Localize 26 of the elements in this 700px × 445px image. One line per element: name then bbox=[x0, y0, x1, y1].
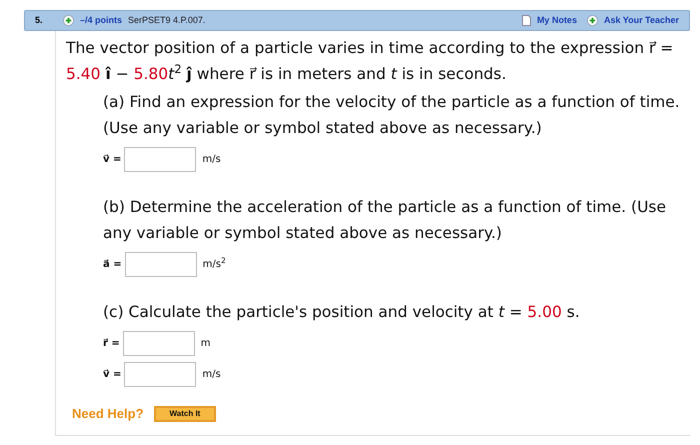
note-icon[interactable] bbox=[522, 15, 531, 26]
answer-label: v⃗ = bbox=[103, 152, 122, 166]
points-label: –/4 points bbox=[80, 14, 122, 27]
question-code: SerPSET9 4.P.007. bbox=[128, 14, 206, 27]
my-notes-link[interactable]: My Notes bbox=[536, 14, 577, 28]
plus-icon[interactable] bbox=[63, 15, 74, 26]
unit-label: m/s bbox=[202, 152, 221, 166]
answer-label: r⃗ = bbox=[103, 336, 120, 350]
watch-it-button[interactable]: Watch It bbox=[154, 406, 216, 422]
plus-icon[interactable] bbox=[586, 15, 598, 26]
answer-field[interactable] bbox=[124, 362, 196, 387]
answer-field[interactable] bbox=[124, 147, 196, 172]
problem-statement: The vector position of a particle varies in time according to the expression r⃗ = 5.40 î − 5.80t$^{2}$ ĵ where r⃗ is in meters and t is in seconds. bbox=[66, 38, 674, 85]
need-help-label: Need Help? bbox=[72, 405, 144, 423]
answer-field[interactable] bbox=[124, 252, 197, 277]
unit-label: m bbox=[200, 336, 211, 350]
question-text: (c) Calculate the particle's position and velocity at t = 5.00 s. bbox=[103, 302, 581, 323]
answer-label: v⃗ = bbox=[103, 368, 122, 382]
unit-label: m/s$^{2}$ bbox=[202, 258, 226, 272]
unit-label: m/s bbox=[202, 368, 221, 382]
answer-field[interactable] bbox=[122, 331, 195, 356]
question-text: (a) Find an expression for the velocity of the particle as a function of time. (Use any variable or symbol stated above as necessary.) bbox=[103, 92, 680, 139]
question-text: (b) Determine the acceleration of the particle as a function of time. (Use any variable or symbol stated above as necessary.) bbox=[103, 197, 668, 244]
ask-teacher-link[interactable]: Ask Your Teacher bbox=[604, 14, 679, 28]
question-number: 5. bbox=[35, 14, 44, 27]
answer-label: a⃗ = bbox=[103, 258, 122, 272]
